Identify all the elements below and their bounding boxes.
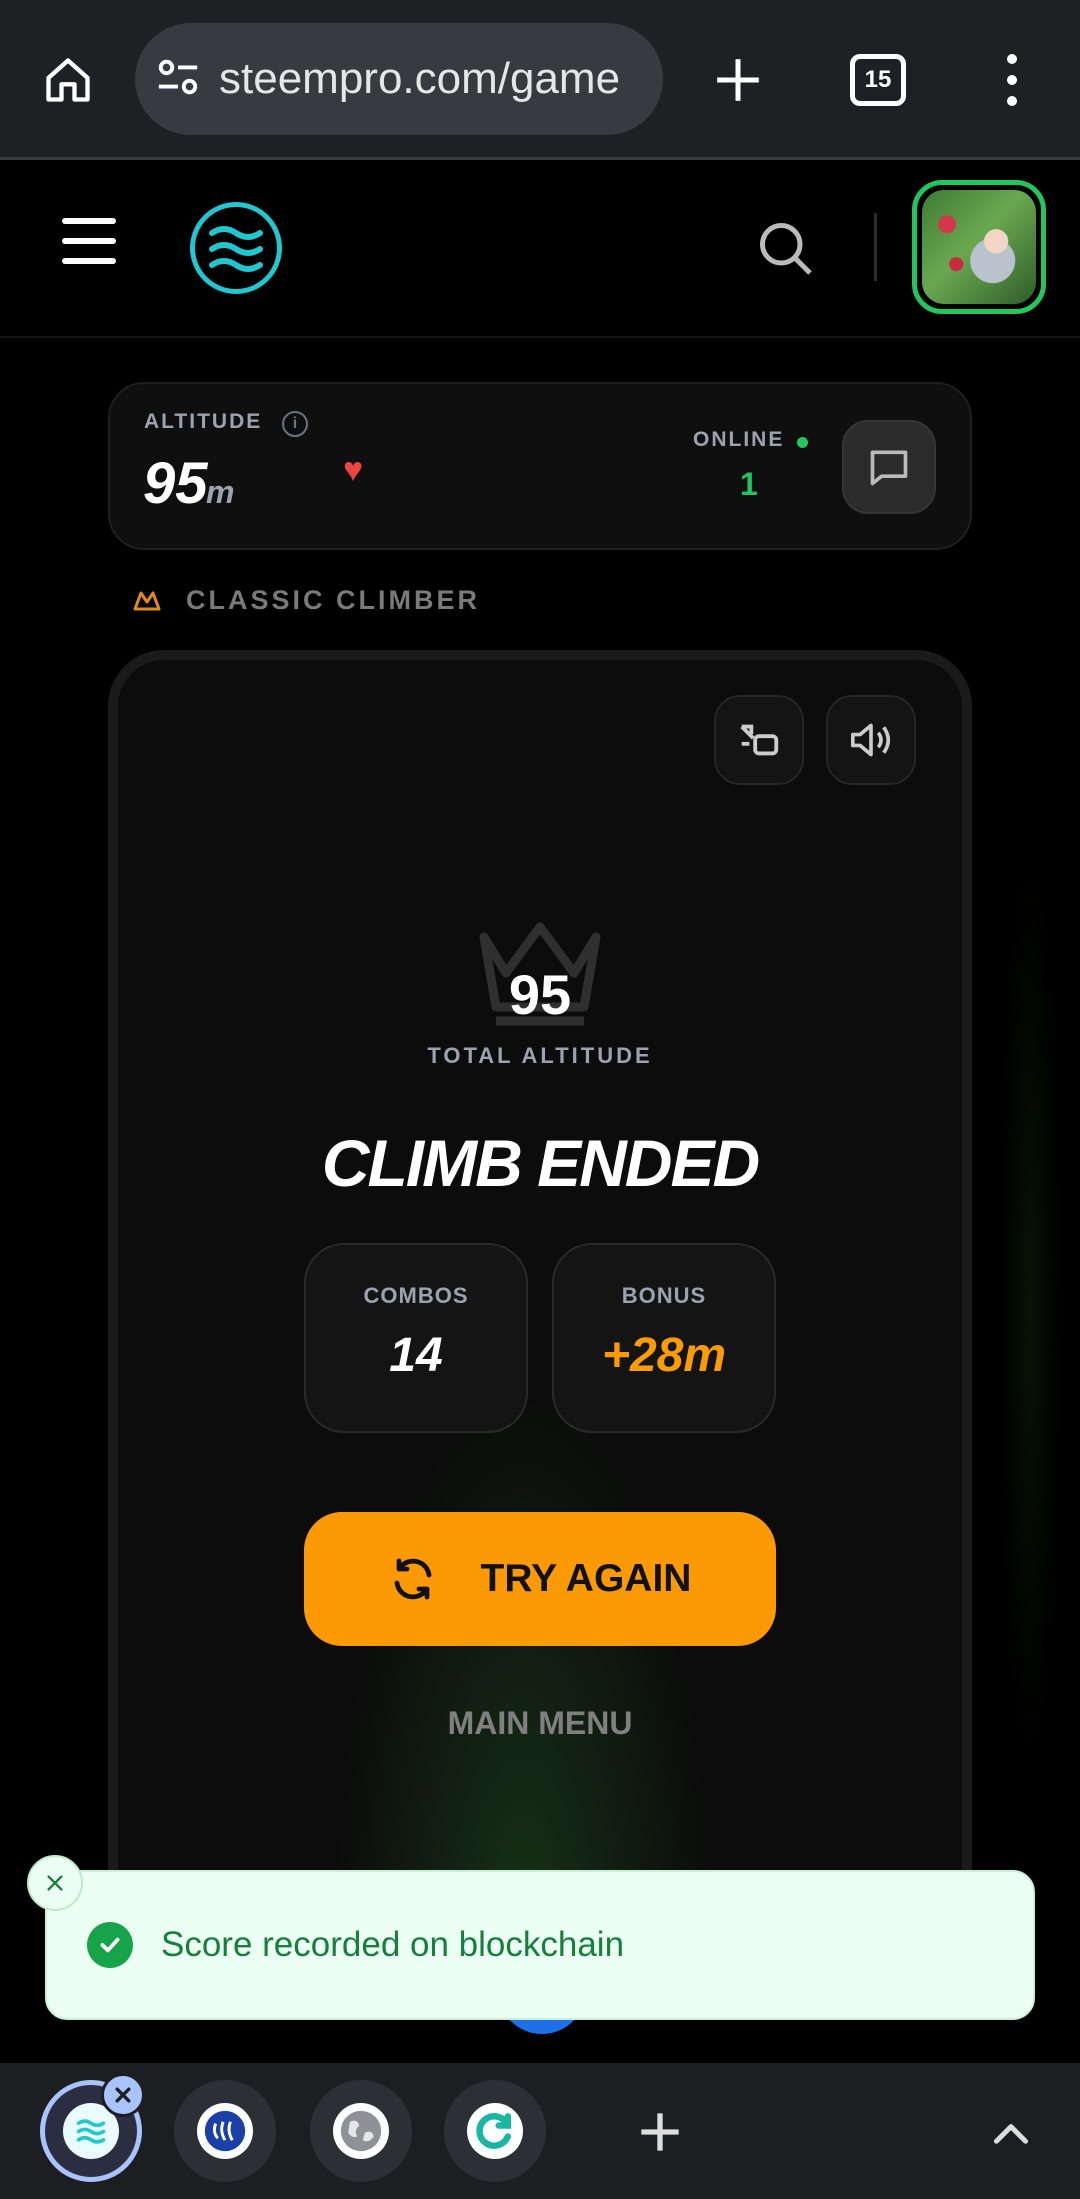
heart-icon: ♥ <box>343 451 364 489</box>
tab-steemit[interactable] <box>174 2080 276 2182</box>
tab-switcher-button[interactable]: 15 <box>850 54 906 106</box>
background-glow <box>1000 860 1060 1760</box>
volume-icon <box>851 723 891 757</box>
bonus-value: +28m <box>601 1329 727 1382</box>
altitude-value: 95 <box>143 451 208 516</box>
toast-notification: Score recorded on blockchain <box>45 1870 1035 2020</box>
mountain-icon <box>132 588 162 612</box>
header-divider <box>874 213 877 281</box>
tab-globe[interactable] <box>310 2080 412 2182</box>
game-canvas[interactable] <box>108 650 972 2010</box>
tab-count: 15 <box>864 66 892 93</box>
new-tab-icon[interactable] <box>702 44 774 116</box>
plus-icon[interactable] <box>628 2100 692 2164</box>
sound-button[interactable] <box>826 695 916 785</box>
search-icon[interactable] <box>755 218 815 278</box>
tab-refresh[interactable] <box>444 2080 546 2182</box>
altitude-unit: m <box>206 474 235 510</box>
site-settings-icon[interactable] <box>155 57 201 102</box>
chat-icon <box>870 450 908 486</box>
game-over-title: CLIMB ENDED <box>321 1126 760 1200</box>
chevron-up-icon[interactable] <box>986 2110 1036 2160</box>
try-again-button[interactable]: TRY AGAIN <box>304 1512 776 1646</box>
online-count: 1 <box>740 466 758 502</box>
hamburger-icon[interactable] <box>62 218 116 264</box>
avatar[interactable] <box>912 180 1046 314</box>
combos-value: 14 <box>389 1329 443 1382</box>
home-icon[interactable] <box>36 48 100 112</box>
total-altitude-value: 95 <box>508 963 572 1026</box>
main-menu-button[interactable]: MAIN MENU <box>340 1705 740 1742</box>
bonus-label: BONUS <box>621 1283 707 1308</box>
total-altitude-label: TOTAL ALTITUDE <box>427 1043 653 1068</box>
steempro-logo[interactable] <box>190 202 282 294</box>
game-mode-label: CLASSIC CLIMBER <box>186 585 480 615</box>
url-text[interactable]: steempro.com/game <box>219 54 649 104</box>
close-tab-icon[interactable] <box>101 2073 145 2117</box>
info-icon[interactable]: i <box>282 411 308 437</box>
close-icon[interactable] <box>27 1855 83 1911</box>
address-bar[interactable]: steempro.com/game <box>135 23 663 135</box>
chat-button[interactable] <box>842 420 936 514</box>
check-circle-icon <box>87 1922 133 1968</box>
altitude-label: ALTITUDE <box>144 410 263 433</box>
online-label: ONLINE <box>693 428 785 451</box>
toast-message: Score recorded on blockchain <box>161 1925 625 1964</box>
combos-label: COMBOS <box>363 1283 469 1308</box>
fullscreen-button[interactable] <box>714 695 804 785</box>
online-status-dot <box>797 437 808 448</box>
try-again-label: TRY AGAIN <box>480 1557 692 1600</box>
screen-rotate-icon <box>740 724 779 756</box>
more-vert-icon[interactable] <box>990 50 1034 110</box>
refresh-icon <box>394 1558 431 1600</box>
